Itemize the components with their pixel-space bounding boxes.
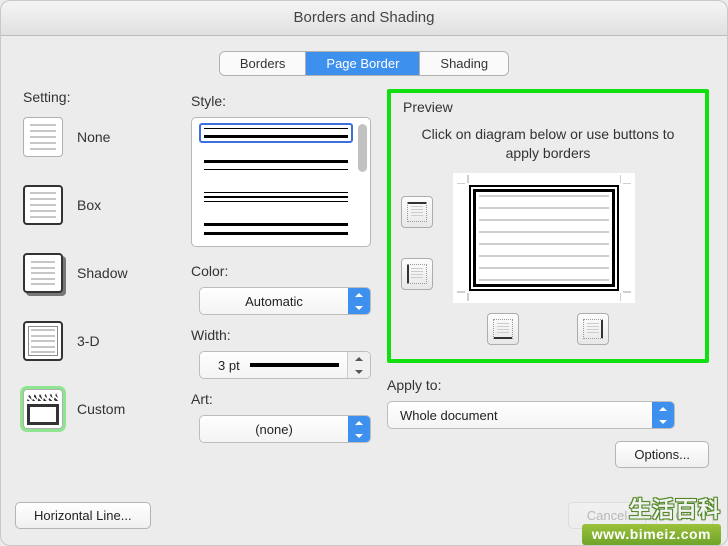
tabstrip: Borders Page Border Shading: [1, 36, 727, 89]
options-button[interactable]: Options...: [615, 441, 709, 468]
setting-option-label: 3-D: [77, 333, 100, 349]
segmented-control: Borders Page Border Shading: [220, 52, 508, 75]
border-right-icon: [583, 319, 603, 339]
width-stepper[interactable]: 3 pt: [199, 351, 371, 379]
stepper-arrows-icon: [347, 352, 370, 378]
box-icon: [23, 185, 63, 225]
setting-option-label: None: [77, 129, 110, 145]
window-title: Borders and Shading: [1, 1, 727, 36]
preview-page-lines-icon: [479, 195, 609, 281]
scrollbar-thumb-icon[interactable]: [358, 124, 367, 172]
tab-borders[interactable]: Borders: [220, 52, 307, 75]
border-top-icon: [407, 202, 427, 222]
art-value: (none): [200, 422, 348, 437]
style-list[interactable]: [191, 117, 371, 247]
setting-label: Setting:: [23, 89, 179, 105]
ok-button[interactable]: OK: [656, 502, 713, 529]
apply-to-label: Apply to:: [387, 377, 709, 393]
apply-to-value: Whole document: [388, 408, 652, 423]
style-option-parallel[interactable]: [200, 220, 352, 238]
dropdown-arrows-icon: [652, 402, 674, 428]
setting-section: Setting: None Box Shadow: [23, 89, 179, 468]
shadow-icon: [23, 253, 63, 293]
apply-to-select[interactable]: Whole document: [387, 401, 675, 429]
preview-hint: Click on diagram below or use buttons to…: [401, 125, 695, 173]
preview-page[interactable]: [453, 173, 635, 303]
color-value: Automatic: [200, 294, 348, 309]
art-select[interactable]: (none): [199, 415, 371, 443]
threed-icon: [23, 321, 63, 361]
setting-option-shadow[interactable]: Shadow: [23, 253, 179, 293]
none-icon: [23, 117, 63, 157]
dropdown-arrows-icon: [348, 416, 370, 442]
border-bottom-icon: [493, 319, 513, 339]
tab-shading[interactable]: Shading: [420, 52, 508, 75]
custom-icon: [23, 389, 63, 429]
setting-option-label: Custom: [77, 401, 125, 417]
setting-option-none[interactable]: None: [23, 117, 179, 157]
style-section: Style: Color: Automatic Width:: [191, 89, 375, 468]
toggle-right-border-button[interactable]: [577, 313, 609, 345]
dialog-footer: Horizontal Line... Cancel OK: [1, 494, 727, 545]
color-select[interactable]: Automatic: [199, 287, 371, 315]
horizontal-line-button[interactable]: Horizontal Line...: [15, 502, 151, 529]
tab-page-border[interactable]: Page Border: [306, 52, 420, 75]
setting-option-box[interactable]: Box: [23, 185, 179, 225]
width-value: 3 pt: [218, 358, 240, 373]
preview-panel: Preview Click on diagram below or use bu…: [387, 89, 709, 363]
style-label: Style:: [191, 93, 375, 109]
preview-label: Preview: [403, 99, 695, 115]
width-sample-icon: [250, 363, 339, 367]
borders-and-shading-dialog: Borders and Shading Borders Page Border …: [0, 0, 728, 546]
art-label: Art:: [191, 391, 375, 407]
setting-option-label: Box: [77, 197, 101, 213]
color-label: Color:: [191, 263, 375, 279]
style-option-triple[interactable]: [200, 188, 352, 206]
border-left-icon: [407, 264, 427, 284]
style-scrollbar[interactable]: [357, 124, 367, 240]
apply-to-section: Apply to: Whole document Options...: [387, 373, 709, 468]
toggle-left-border-button[interactable]: [401, 258, 433, 290]
toggle-bottom-border-button[interactable]: [487, 313, 519, 345]
dropdown-arrows-icon: [348, 288, 370, 314]
toggle-top-border-button[interactable]: [401, 196, 433, 228]
setting-option-custom[interactable]: Custom: [23, 389, 179, 429]
setting-option-label: Shadow: [77, 265, 128, 281]
width-label: Width:: [191, 327, 375, 343]
style-option-thin-thick[interactable]: [200, 124, 352, 142]
cancel-button[interactable]: Cancel: [568, 502, 646, 529]
setting-option-3d[interactable]: 3-D: [23, 321, 179, 361]
style-option-thick-thin[interactable]: [200, 156, 352, 174]
